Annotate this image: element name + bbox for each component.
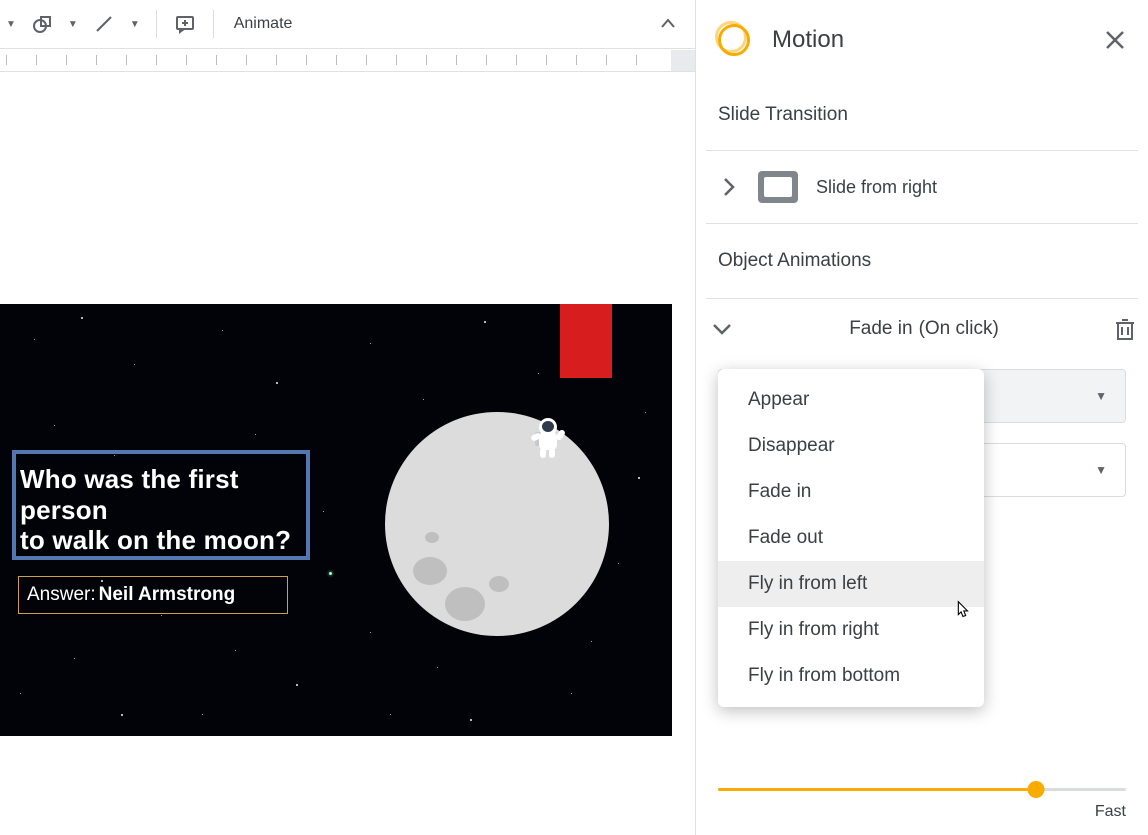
delete-animation-button[interactable]: [1114, 317, 1136, 341]
animation-type-dropdown: Appear Disappear Fade in Fade out Fly in…: [718, 369, 984, 707]
dropdown-option-fly-in-left[interactable]: Fly in from left: [718, 561, 984, 607]
animation-name: Fade in: [849, 318, 912, 340]
tool-dropdown-caret-3[interactable]: ▼: [126, 19, 144, 30]
toolbar-separator: [156, 10, 157, 38]
line-tool-icon[interactable]: [88, 8, 120, 40]
dropdown-option-fly-in-bottom[interactable]: Fly in from bottom: [718, 653, 984, 699]
animation-item-row[interactable]: Fade in (On click): [696, 299, 1148, 359]
toolbar-separator-2: [213, 10, 214, 38]
slider-track[interactable]: [718, 788, 1126, 791]
pointer-cursor-icon: [951, 598, 973, 622]
dropdown-option-fade-out[interactable]: Fade out: [718, 515, 984, 561]
dropdown-option-disappear[interactable]: Disappear: [718, 423, 984, 469]
answer-value: Neil Armstrong: [96, 584, 236, 606]
dropdown-caret-icon-2: ▼: [1095, 463, 1107, 477]
speed-label-fast: Fast: [1095, 803, 1126, 821]
slide-canvas[interactable]: Who was the first person to walk on the …: [0, 304, 672, 736]
animation-trigger: (On click): [919, 318, 999, 340]
red-rectangle[interactable]: [560, 304, 612, 378]
dropdown-caret-icon: ▼: [1095, 389, 1107, 403]
close-panel-button[interactable]: [1104, 29, 1126, 51]
answer-text-box[interactable]: Answer: Neil Armstrong: [18, 576, 288, 614]
astronaut-graphic[interactable]: [533, 418, 565, 458]
chevron-right-icon: [718, 176, 740, 198]
ruler-margin: [671, 50, 695, 72]
question-text-box[interactable]: Who was the first person to walk on the …: [12, 450, 310, 560]
tool-dropdown-caret-1[interactable]: ▼: [2, 19, 20, 30]
animation-label-wrap: Fade in (On click): [750, 318, 1098, 340]
dropdown-option-fly-in-right[interactable]: Fly in from right: [718, 607, 984, 653]
ruler: [0, 48, 695, 72]
tool-dropdown-caret-2[interactable]: ▼: [64, 19, 82, 30]
comment-tool-icon[interactable]: [169, 8, 201, 40]
slide-transition-header: Slide Transition: [696, 80, 1148, 150]
transition-row[interactable]: Slide from right: [696, 151, 1148, 223]
dropdown-option-appear[interactable]: Appear: [718, 377, 984, 423]
question-line-1: Who was the first person: [20, 464, 302, 525]
animation-controls: ▼ ▼ Appear Disappear Fade in Fade out Fl…: [696, 359, 1148, 497]
question-line-2: to walk on the moon?: [20, 525, 302, 556]
moon-graphic[interactable]: [385, 412, 609, 636]
toolbar: ▼ ▼ ▼ Animate: [0, 0, 695, 48]
slide-icon: [758, 171, 798, 203]
panel-title: Motion: [772, 26, 1104, 54]
speed-slider[interactable]: [718, 788, 1126, 791]
collapse-toolbar-icon[interactable]: [658, 14, 678, 34]
slider-fill: [718, 788, 1036, 791]
answer-label: Answer:: [27, 584, 96, 606]
slider-thumb[interactable]: [1028, 781, 1045, 798]
animate-button[interactable]: Animate: [226, 8, 301, 40]
chevron-down-icon: [710, 317, 734, 341]
transition-name: Slide from right: [816, 177, 937, 198]
shape-tool-icon[interactable]: [26, 8, 58, 40]
object-animations-header: Object Animations: [696, 224, 1148, 298]
motion-icon: [718, 24, 750, 56]
motion-panel: Motion Slide Transition Slide from right…: [695, 0, 1148, 835]
panel-header: Motion: [696, 0, 1148, 80]
dropdown-option-fade-in[interactable]: Fade in: [718, 469, 984, 515]
